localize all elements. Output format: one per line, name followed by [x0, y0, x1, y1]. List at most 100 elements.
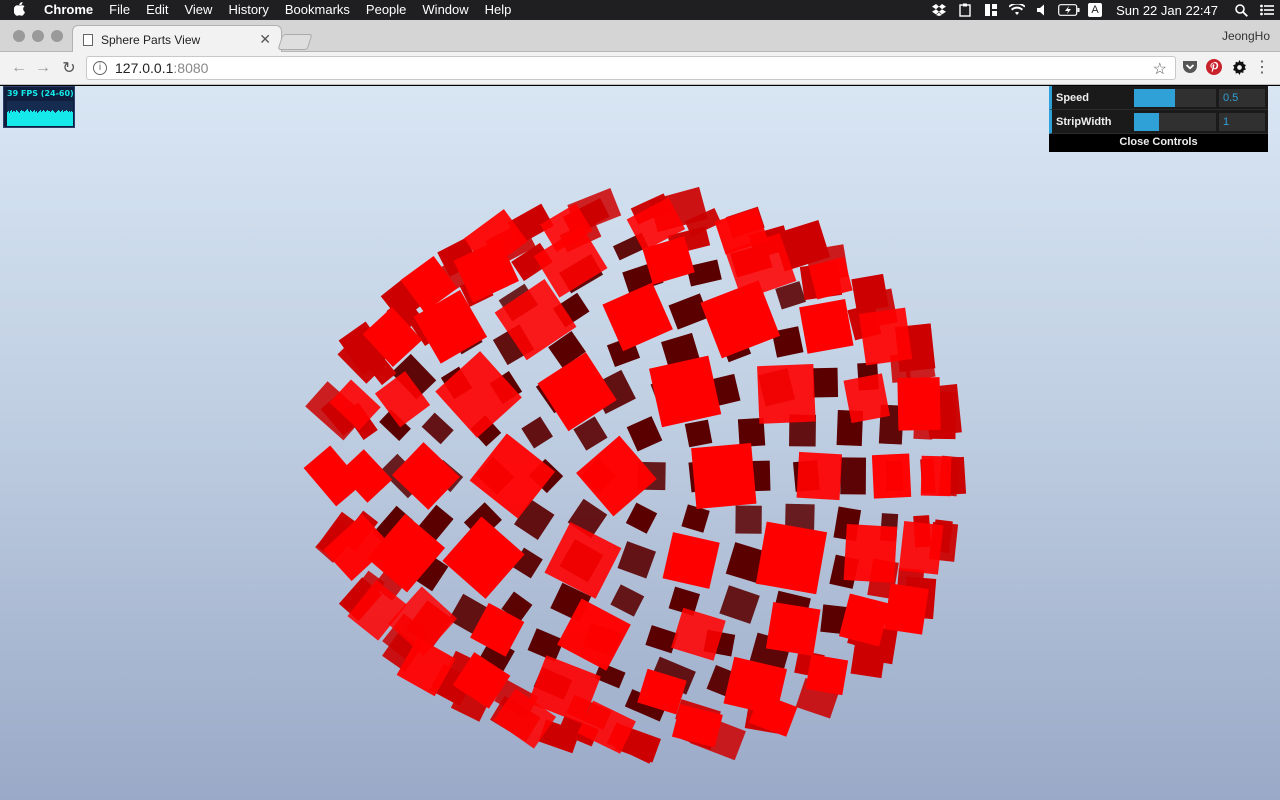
close-tab-icon[interactable]: ✕ — [259, 31, 271, 48]
back-icon[interactable]: ← — [8, 57, 30, 79]
battery-icon[interactable] — [1056, 0, 1082, 20]
pocket-icon[interactable] — [1181, 58, 1199, 76]
sphere-part — [850, 641, 887, 679]
sphere-part — [883, 583, 929, 635]
fps-graph-bars — [7, 109, 73, 126]
pinterest-icon[interactable] — [1205, 58, 1223, 76]
menu-people[interactable]: People — [358, 0, 414, 20]
info-icon[interactable]: i — [93, 61, 107, 75]
clipboard-icon[interactable] — [952, 0, 978, 20]
address-bar[interactable]: i 127.0.0.1:8080 ☆ — [86, 56, 1176, 80]
fps-bar — [27, 109, 28, 126]
sphere-part — [649, 355, 722, 428]
menu-view[interactable]: View — [176, 0, 220, 20]
sphere-part — [805, 654, 849, 696]
fps-bar — [13, 111, 14, 126]
sphere-part — [691, 442, 757, 509]
new-tab-button[interactable] — [277, 34, 313, 50]
bookmark-star-icon[interactable]: ☆ — [1153, 59, 1167, 79]
fps-label: 39 FPS (24-60) — [7, 89, 74, 98]
menu-file[interactable]: File — [101, 0, 138, 20]
profile-name[interactable]: JeongHo — [1222, 29, 1270, 43]
dropbox-icon[interactable] — [926, 0, 952, 20]
apple-icon[interactable] — [0, 1, 40, 19]
stripwidth-value-input[interactable]: 1 — [1219, 113, 1265, 131]
sphere-part — [719, 585, 760, 624]
sphere-part — [840, 457, 867, 495]
fps-bar — [68, 112, 69, 126]
input-source-icon[interactable]: A — [1082, 0, 1108, 20]
sphere-parts-canvas[interactable] — [0, 86, 1280, 800]
sphere-part — [898, 520, 944, 575]
fps-bar — [26, 110, 27, 126]
fps-bar — [66, 110, 67, 126]
fps-bar — [16, 110, 17, 126]
fps-bar — [7, 112, 8, 126]
menu-edit[interactable]: Edit — [138, 0, 176, 20]
speed-value-input[interactable]: 0.5 — [1219, 89, 1265, 107]
minimize-window-icon[interactable] — [32, 30, 44, 42]
menu-help[interactable]: Help — [477, 0, 520, 20]
fps-bar — [40, 110, 41, 126]
stripwidth-slider[interactable] — [1134, 113, 1216, 131]
clock[interactable]: Sun 22 Jan 22:47 — [1108, 3, 1228, 18]
fps-bar — [42, 111, 43, 126]
sphere-part — [521, 416, 553, 449]
forward-icon[interactable]: → — [32, 57, 54, 79]
gear-icon[interactable] — [1230, 58, 1248, 76]
fps-bar — [46, 111, 47, 126]
fps-bar — [47, 110, 48, 126]
fps-bar — [39, 111, 40, 126]
zoom-window-icon[interactable] — [51, 30, 63, 42]
menu-history[interactable]: History — [220, 0, 276, 20]
fps-bar — [33, 111, 34, 126]
sphere-part — [920, 455, 952, 497]
sphere-part — [897, 377, 941, 431]
webgl-viewport[interactable]: 39 FPS (24-60) Speed 0.5 StripWidth 1 Cl… — [0, 86, 1280, 800]
fps-bar — [51, 111, 52, 126]
controls-panel: Speed 0.5 StripWidth 1 Close Controls — [1049, 86, 1268, 152]
fps-bar — [44, 111, 45, 126]
chrome-menu-icon[interactable]: ⋮ — [1253, 58, 1271, 76]
fps-bar — [14, 111, 15, 126]
list-icon[interactable] — [1254, 0, 1280, 20]
fps-bar — [37, 113, 38, 126]
close-window-icon[interactable] — [13, 30, 25, 42]
speed-slider[interactable] — [1134, 89, 1216, 107]
tab-sphere-parts-view[interactable]: Sphere Parts View ✕ — [72, 25, 282, 53]
volume-icon[interactable] — [1030, 0, 1056, 20]
sphere-part — [662, 532, 720, 589]
sphere-part — [765, 602, 821, 656]
sphere-part — [799, 299, 854, 354]
browser-toolbar: ← → ↻ i 127.0.0.1:8080 ☆ ⋮ — [0, 52, 1280, 85]
wifi-icon[interactable] — [1004, 0, 1030, 20]
fps-bar — [58, 110, 59, 126]
fps-bar — [24, 112, 25, 126]
fps-bar — [53, 111, 54, 126]
app-icon[interactable] — [978, 0, 1004, 20]
menu-bookmarks[interactable]: Bookmarks — [277, 0, 358, 20]
search-icon[interactable] — [1228, 0, 1254, 20]
fps-bar — [35, 112, 36, 126]
fps-bar — [65, 111, 66, 126]
tab-strip: Sphere Parts View ✕ JeongHo — [0, 20, 1280, 53]
sphere-part — [871, 453, 912, 499]
close-controls-button[interactable]: Close Controls — [1049, 134, 1268, 152]
sphere-part — [610, 584, 645, 617]
menu-window[interactable]: Window — [414, 0, 476, 20]
fps-bar — [63, 112, 64, 126]
reload-icon[interactable]: ↻ — [58, 57, 80, 79]
sphere-part — [421, 412, 454, 445]
stripwidth-slider-fill — [1134, 113, 1159, 131]
sphere-part — [700, 280, 781, 359]
fps-bar — [36, 111, 37, 126]
sphere-part — [626, 416, 663, 452]
sphere-part — [851, 273, 889, 313]
fps-bar — [52, 110, 53, 126]
fps-bar — [48, 111, 49, 126]
fps-bar — [19, 113, 20, 126]
sphere-part — [843, 373, 891, 424]
fps-bar — [22, 111, 23, 126]
menu-app-chrome[interactable]: Chrome — [40, 0, 101, 20]
fps-stats-panel[interactable]: 39 FPS (24-60) — [3, 86, 75, 128]
